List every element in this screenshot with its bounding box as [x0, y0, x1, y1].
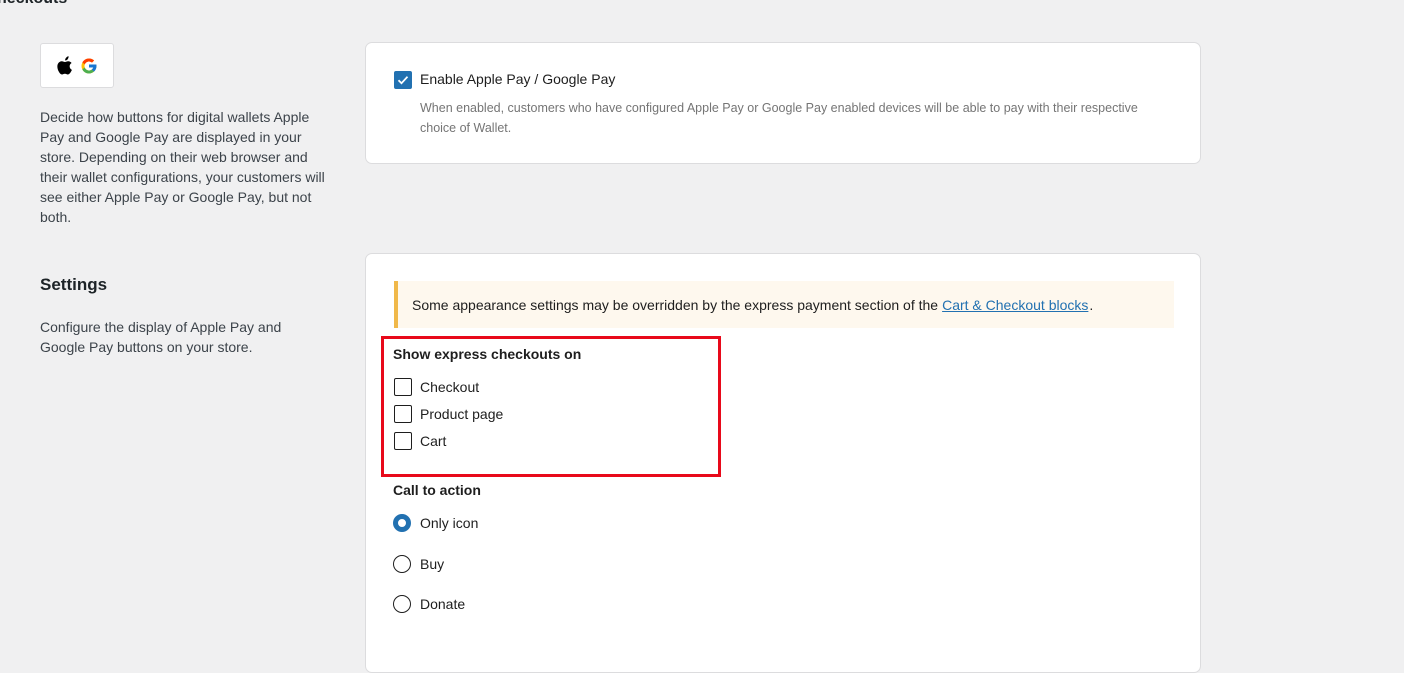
- call-to-action-title: Call to action: [393, 482, 481, 498]
- settings-description: Configure the display of Apple Pay and G…: [40, 319, 282, 355]
- product-page-label[interactable]: Product page: [420, 406, 503, 422]
- notice-text: Some appearance settings may be overridd…: [412, 296, 939, 313]
- cart-checkout-blocks-link[interactable]: Cart & Checkout blocks: [942, 297, 1088, 313]
- buy-label[interactable]: Buy: [420, 556, 444, 572]
- buy-radio[interactable]: [393, 555, 411, 573]
- settings-title: Settings: [40, 275, 108, 294]
- enable-wallets-checkbox[interactable]: [394, 71, 412, 89]
- only-icon-label[interactable]: Only icon: [420, 515, 478, 531]
- checkout-label[interactable]: Checkout: [420, 379, 479, 395]
- cart-label[interactable]: Cart: [420, 433, 446, 449]
- only-icon-radio[interactable]: [393, 514, 411, 532]
- checkout-checkbox[interactable]: [394, 378, 412, 396]
- enable-wallets-help: When enabled, customers who have configu…: [420, 101, 1138, 135]
- checkmark-icon: [397, 76, 409, 85]
- show-express-checkouts-title: Show express checkouts on: [393, 346, 582, 362]
- wallets-description: Decide how buttons for digital wallets A…: [40, 109, 325, 225]
- notice-banner: Some appearance settings may be overridd…: [394, 281, 1174, 328]
- donate-label[interactable]: Donate: [420, 596, 465, 612]
- cart-checkbox[interactable]: [394, 432, 412, 450]
- product-page-checkbox[interactable]: [394, 405, 412, 423]
- donate-radio[interactable]: [393, 595, 411, 613]
- notice-text-end: .: [1089, 296, 1094, 313]
- page-title: heckouts: [0, 0, 67, 8]
- google-g-icon: [80, 57, 98, 75]
- settings-card: Some appearance settings may be overridd…: [365, 253, 1201, 673]
- apple-icon: [56, 56, 74, 75]
- enable-card: Enable Apple Pay / Google Pay When enabl…: [365, 42, 1201, 164]
- wallet-logos: [40, 43, 114, 88]
- enable-wallets-label[interactable]: Enable Apple Pay / Google Pay: [420, 71, 615, 87]
